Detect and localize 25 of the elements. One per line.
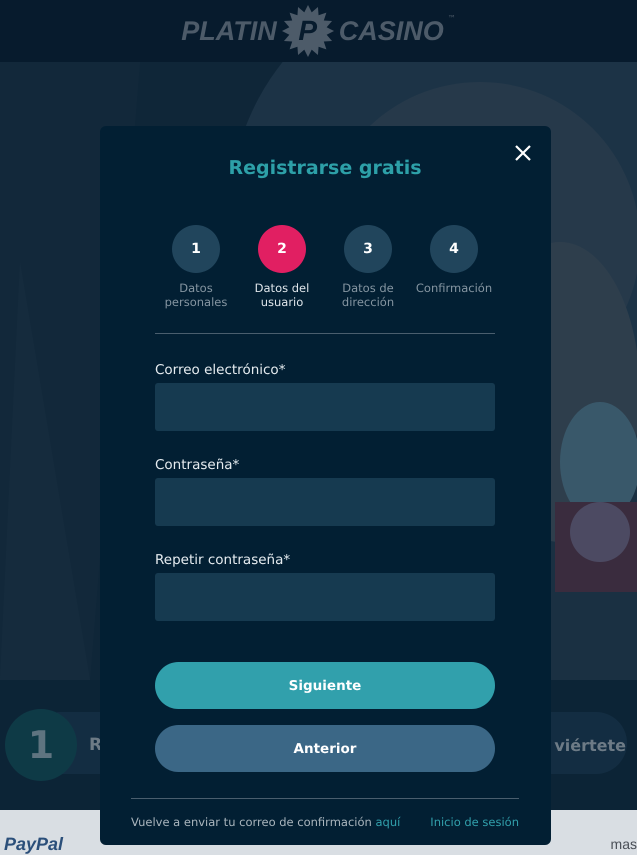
- step-tab[interactable]: 3 Datos de dirección: [329, 225, 407, 309]
- banner-text: R: [89, 735, 102, 755]
- step-tab[interactable]: 2 Datos del usuario: [243, 225, 321, 309]
- logo-text: PLATIN: [181, 16, 277, 46]
- step-tab[interactable]: 4 Confirmación: [415, 225, 493, 309]
- payment-logo: mas: [610, 835, 637, 854]
- resend-link[interactable]: aquí: [375, 815, 400, 829]
- close-icon[interactable]: [515, 145, 531, 161]
- payment-logo: PayPal: [4, 833, 64, 855]
- dialog-title: Registrarse gratis: [227, 157, 423, 179]
- banner-text: viértete: [554, 736, 626, 754]
- logo-text: CASINO: [338, 16, 444, 46]
- input-field[interactable]: [155, 478, 495, 526]
- back-button[interactable]: Anterior: [155, 725, 495, 772]
- input-field[interactable]: [155, 383, 495, 431]
- step-tab[interactable]: 1 Datos personales: [157, 225, 235, 309]
- step-number: 1: [5, 709, 77, 781]
- field-label: Correo electrónico*: [155, 362, 286, 378]
- input-field[interactable]: [155, 573, 495, 621]
- logo-sun-icon: P: [280, 4, 335, 58]
- login-link[interactable]: Inicio de sesión: [430, 815, 519, 829]
- resend-text: Vuelve a enviar tu correo de confirmación aquí: [131, 815, 400, 829]
- field-label: Repetir contraseña*: [155, 552, 292, 568]
- trademark: ™: [448, 14, 456, 23]
- field-label: Contraseña*: [155, 457, 240, 473]
